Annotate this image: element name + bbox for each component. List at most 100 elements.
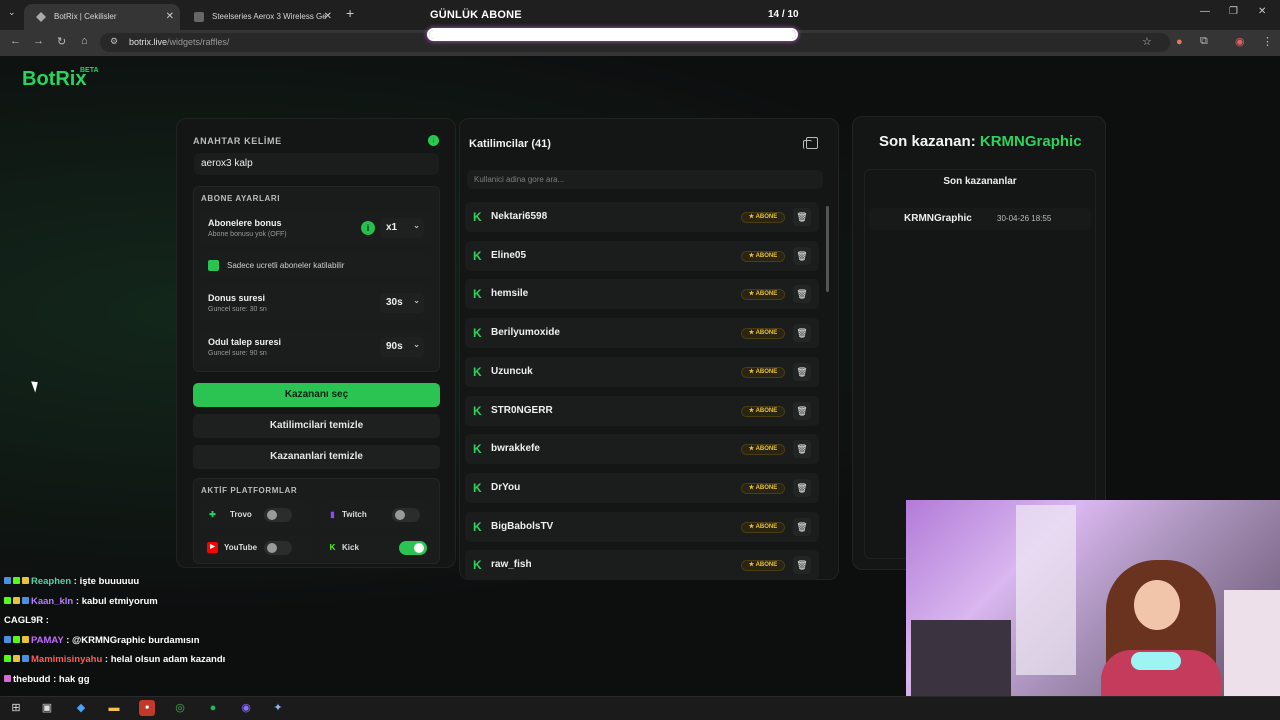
tab-search-icon[interactable]: ⌄ <box>8 7 16 18</box>
recent-winners-title: Son kazananlar <box>943 176 1017 187</box>
goal-label: GÜNLÜK ABONE <box>430 9 522 21</box>
delete-participant-trash-icon[interactable]: 🗑 <box>793 478 811 497</box>
participants-title: Katilimcilar (41) <box>469 138 551 150</box>
chat-badge-icon <box>4 635 11 643</box>
delete-participant-trash-icon[interactable]: 🗑 <box>793 556 811 575</box>
goal-progress-bar <box>427 28 798 41</box>
sub-badge: ★ ABONE <box>741 405 785 417</box>
trovo-icon: ✚ <box>209 510 216 519</box>
spotify-icon[interactable]: ● <box>205 700 221 716</box>
kick-icon: K <box>473 326 482 341</box>
kick-icon: K <box>473 403 482 418</box>
goal-progress-fill <box>429 30 796 39</box>
youtube-toggle[interactable] <box>264 541 292 555</box>
chat-message: Kaan_kln : kabul etmiyorum <box>4 596 158 607</box>
back-icon[interactable]: ← <box>10 35 21 47</box>
steelseries-favicon-icon <box>194 12 204 22</box>
app-icon[interactable]: ■ <box>139 700 155 716</box>
participant-name: DrYou <box>491 481 521 493</box>
platform-label: Twitch <box>342 510 367 519</box>
bonus-duration-row: Donus suresi Guncel sure: 30 sn 30s ⌄ <box>200 286 432 320</box>
extension-icon[interactable]: ● <box>1176 36 1183 48</box>
subs-only-checkbox[interactable] <box>208 260 219 271</box>
copilot-icon[interactable]: ◆ <box>73 700 89 716</box>
youtube-icon: ▶ <box>207 542 218 553</box>
chat-badge-icon <box>22 596 29 604</box>
twitch-toggle[interactable] <box>392 508 420 522</box>
chat-message: CAGL9R : <box>4 615 49 626</box>
participant-row: Kbwrakkefe ★ ABONE 🗑 <box>465 434 819 465</box>
sub-bonus-row: Abonelere bonus Abone bonusu yok (OFF) i… <box>200 211 432 245</box>
chat-badge-icon <box>4 596 11 604</box>
minimize-icon[interactable]: — <box>1200 6 1210 17</box>
taskbar <box>0 696 1280 720</box>
delete-participant-trash-icon[interactable]: 🗑 <box>793 285 811 304</box>
sub-badge: ★ ABONE <box>741 328 785 340</box>
delete-participant-trash-icon[interactable]: 🗑 <box>793 246 811 265</box>
reload-icon[interactable]: ↻ <box>57 35 66 48</box>
kick-icon: K <box>473 442 482 457</box>
maximize-icon[interactable]: ❐ <box>1229 6 1238 17</box>
twitch-icon: ▮ <box>330 510 335 519</box>
delete-participant-trash-icon[interactable]: 🗑 <box>793 401 811 420</box>
copy-icon[interactable] <box>803 137 818 149</box>
participant-row: K Nektari6598 ★ ABONE 🗑 <box>465 202 819 232</box>
participant-search-input[interactable]: Kullanici adina gore ara... <box>467 170 823 189</box>
chat-text: : @KRMNGraphic burdamısın <box>66 634 200 646</box>
profile-avatar-icon[interactable]: ◉ <box>1235 35 1245 48</box>
chevron-down-icon: ⌄ <box>413 340 420 349</box>
participant-name: STR0NGERR <box>491 404 553 416</box>
close-tab-icon[interactable]: ✕ <box>166 4 174 30</box>
file-explorer-icon[interactable]: ▬ <box>106 700 122 716</box>
home-icon[interactable]: ⌂ <box>81 35 88 47</box>
kick-icon: K <box>473 519 482 534</box>
task-view-icon[interactable]: ▣ <box>39 700 55 716</box>
participant-row: K Uzuncuk ★ ABONE 🗑 <box>465 356 819 387</box>
kick-icon: K <box>473 210 482 224</box>
participant-row: K Berilyumoxide ★ ABONE 🗑 <box>465 318 819 349</box>
chat-badge-icon <box>13 655 20 663</box>
participant-name: Nektari6598 <box>491 211 548 222</box>
delete-participant-trash-icon[interactable]: 🗑 <box>793 324 811 343</box>
site-info-icon[interactable]: ⚙ <box>110 36 118 47</box>
discord-icon[interactable]: ◉ <box>238 700 254 716</box>
sub-badge: ★ ABONE <box>741 482 785 494</box>
sub-bonus-title: Abonelere bonus <box>208 218 282 228</box>
participant-row: K DrYou ★ ABONE 🗑 <box>465 472 819 503</box>
info-icon[interactable]: i <box>428 135 439 146</box>
delete-participant-trash-icon[interactable]: 🗑 <box>793 208 811 226</box>
info-icon[interactable]: i <box>361 221 375 235</box>
clear-winners-button[interactable]: Kazananlari temizle <box>193 445 440 469</box>
delete-participant-trash-icon[interactable]: 🗑 <box>793 362 811 381</box>
menu-kebab-icon[interactable]: ⋮ <box>1262 35 1273 48</box>
kick-toggle[interactable] <box>399 541 427 555</box>
new-tab-icon[interactable]: + <box>346 5 354 21</box>
bonus-duration-dropdown[interactable]: 30s ⌄ <box>380 293 424 313</box>
keyword-input[interactable]: aerox3 kalp <box>194 153 439 175</box>
delete-participant-trash-icon[interactable]: 🗑 <box>793 440 811 459</box>
tab-steelseries[interactable]: Steelseries Aerox 3 Wireless Ge ✕ <box>182 4 338 30</box>
scrollbar[interactable] <box>826 206 829 292</box>
botrix-logo[interactable]: BotRix BETA <box>22 67 99 91</box>
platform-twitch: ▮ Twitch <box>320 502 432 528</box>
claim-duration-dropdown[interactable]: 90s ⌄ <box>380 337 424 357</box>
participant-name: Berilyumoxide <box>491 327 560 339</box>
clear-participants-button[interactable]: Katilimcilari temizle <box>193 414 440 438</box>
close-window-icon[interactable]: ✕ <box>1258 6 1266 17</box>
chat-badge-icon <box>13 596 20 604</box>
winner-row <box>869 208 1091 230</box>
pick-winner-button[interactable]: Kazananı seç <box>193 383 440 407</box>
extensions-puzzle-icon[interactable]: ⧉ <box>1200 35 1208 48</box>
sub-bonus-dropdown[interactable]: x1 ⌄ <box>380 218 424 238</box>
tab-botrix[interactable]: BotRix | Cekilisler ✕ <box>24 4 180 30</box>
steam-icon[interactable]: ✦ <box>270 700 286 716</box>
chrome-icon[interactable]: ◎ <box>172 700 188 716</box>
forward-icon[interactable]: → <box>33 35 44 47</box>
delete-participant-trash-icon[interactable]: 🗑 <box>793 517 811 536</box>
trovo-toggle[interactable] <box>264 508 292 522</box>
close-tab-icon[interactable]: ✕ <box>324 4 332 30</box>
participant-name: Eline05 <box>491 249 527 261</box>
windows-start-icon[interactable]: ⊞ <box>8 700 24 716</box>
subs-only-row[interactable]: Sadece ucretli aboneler katilabilir <box>200 254 432 277</box>
bookmark-star-icon[interactable]: ☆ <box>1142 35 1152 48</box>
